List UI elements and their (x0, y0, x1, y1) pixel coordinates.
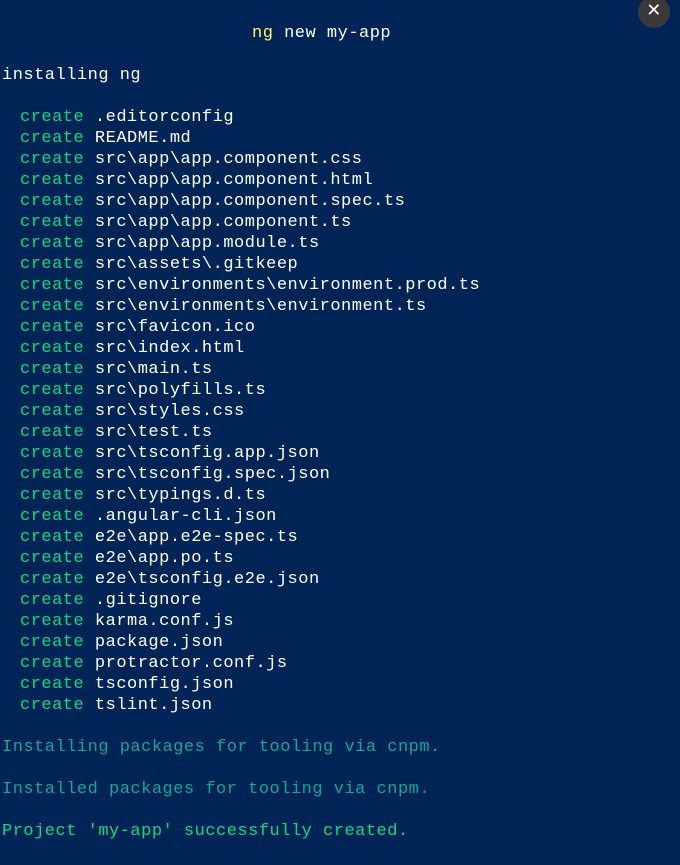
created-filename: src\app\app.component.spec.ts (84, 192, 405, 211)
created-filename: src\environments\environment.prod.ts (84, 276, 480, 295)
create-keyword: create (20, 339, 84, 358)
create-line: create protractor.conf.js (2, 653, 678, 674)
create-line: create e2e\app.po.ts (2, 548, 678, 569)
created-filename: src\index.html (84, 339, 245, 358)
create-keyword: create (20, 297, 84, 316)
create-line: create src\app\app.component.css (2, 149, 678, 170)
create-line: create src\app\app.component.ts (2, 212, 678, 233)
created-filename: src\typings.d.ts (84, 486, 266, 505)
create-line: create src\favicon.ico (2, 317, 678, 338)
create-keyword: create (20, 612, 84, 631)
create-keyword: create (20, 360, 84, 379)
create-keyword: create (20, 129, 84, 148)
create-keyword: create (20, 423, 84, 442)
created-filename: src\test.ts (84, 423, 212, 442)
create-line: create .gitignore (2, 590, 678, 611)
create-keyword: create (20, 570, 84, 589)
created-filename: e2e\app.e2e-spec.ts (84, 528, 298, 547)
created-filename: package.json (84, 633, 223, 652)
create-keyword: create (20, 234, 84, 253)
create-line: create src\styles.css (2, 401, 678, 422)
create-line: create src\assets\.gitkeep (2, 254, 678, 275)
created-filename: .angular-cli.json (84, 507, 277, 526)
create-keyword: create (20, 381, 84, 400)
created-filename: karma.conf.js (84, 612, 234, 631)
created-filename: .editorconfig (84, 108, 234, 127)
create-keyword: create (20, 654, 84, 673)
create-keyword: create (20, 318, 84, 337)
create-line: create src\environments\environment.prod… (2, 275, 678, 296)
create-keyword: create (20, 213, 84, 232)
create-keyword: create (20, 150, 84, 169)
terminal-output: ng new my-app installing ng create .edit… (0, 0, 680, 865)
status-installing: installing ng (2, 65, 678, 86)
created-filename: src\styles.css (84, 402, 245, 421)
create-line: create src\environments\environment.ts (2, 296, 678, 317)
created-filename: src\main.ts (84, 360, 212, 379)
close-icon: ✕ (646, 2, 662, 23)
created-filename: README.md (84, 129, 191, 148)
create-keyword: create (20, 276, 84, 295)
create-keyword: create (20, 528, 84, 547)
create-line: create src\test.ts (2, 422, 678, 443)
create-line: create src\tsconfig.spec.json (2, 464, 678, 485)
create-line: create package.json (2, 632, 678, 653)
create-keyword: create (20, 507, 84, 526)
create-line: create tsconfig.json (2, 674, 678, 695)
create-line: create e2e\app.e2e-spec.ts (2, 527, 678, 548)
created-filename: src\favicon.ico (84, 318, 255, 337)
create-keyword: create (20, 591, 84, 610)
created-filename: e2e\app.po.ts (84, 549, 234, 568)
create-keyword: create (20, 696, 84, 715)
install-msg-installing: Installing packages for tooling via cnpm… (2, 737, 678, 758)
create-keyword: create (20, 675, 84, 694)
created-filename: src\polyfills.ts (84, 381, 266, 400)
created-filename: protractor.conf.js (84, 654, 287, 673)
create-line: create src\app\app.module.ts (2, 233, 678, 254)
created-filename: src\environments\environment.ts (84, 297, 426, 316)
create-line: create karma.conf.js (2, 611, 678, 632)
created-filename: src\app\app.component.css (84, 150, 362, 169)
created-filename: src\app\app.component.html (84, 171, 373, 190)
create-keyword: create (20, 486, 84, 505)
create-line: create src\app\app.component.html (2, 170, 678, 191)
create-line: create src\typings.d.ts (2, 485, 678, 506)
create-line: create .editorconfig (2, 107, 678, 128)
command-line: ng new my-app (2, 23, 678, 44)
create-line: create .angular-cli.json (2, 506, 678, 527)
create-keyword: create (20, 465, 84, 484)
create-keyword: create (20, 633, 84, 652)
command-args: new my-app (284, 24, 391, 43)
create-line: create src\index.html (2, 338, 678, 359)
create-line: create src\main.ts (2, 359, 678, 380)
created-filename: src\assets\.gitkeep (84, 255, 298, 274)
install-msg-installed: Installed packages for tooling via cnpm. (2, 779, 678, 800)
create-line: create src\polyfills.ts (2, 380, 678, 401)
create-line: create README.md (2, 128, 678, 149)
created-filename: .gitignore (84, 591, 202, 610)
create-keyword: create (20, 108, 84, 127)
created-filename: src\app\app.component.ts (84, 213, 352, 232)
create-keyword: create (20, 444, 84, 463)
create-line: create src\app\app.component.spec.ts (2, 191, 678, 212)
create-keyword: create (20, 171, 84, 190)
success-msg: Project 'my-app' successfully created. (2, 821, 678, 842)
create-keyword: create (20, 255, 84, 274)
create-keyword: create (20, 402, 84, 421)
create-keyword: create (20, 549, 84, 568)
create-keyword: create (20, 192, 84, 211)
create-line: create e2e\tsconfig.e2e.json (2, 569, 678, 590)
created-filename: tsconfig.json (84, 675, 234, 694)
created-filename: tslint.json (84, 696, 212, 715)
created-filename: src\tsconfig.app.json (84, 444, 319, 463)
created-filename: src\app\app.module.ts (84, 234, 319, 253)
created-filename: src\tsconfig.spec.json (84, 465, 330, 484)
create-line: create tslint.json (2, 695, 678, 716)
created-filename: e2e\tsconfig.e2e.json (84, 570, 319, 589)
command-name: ng (252, 24, 273, 43)
create-line: create src\tsconfig.app.json (2, 443, 678, 464)
